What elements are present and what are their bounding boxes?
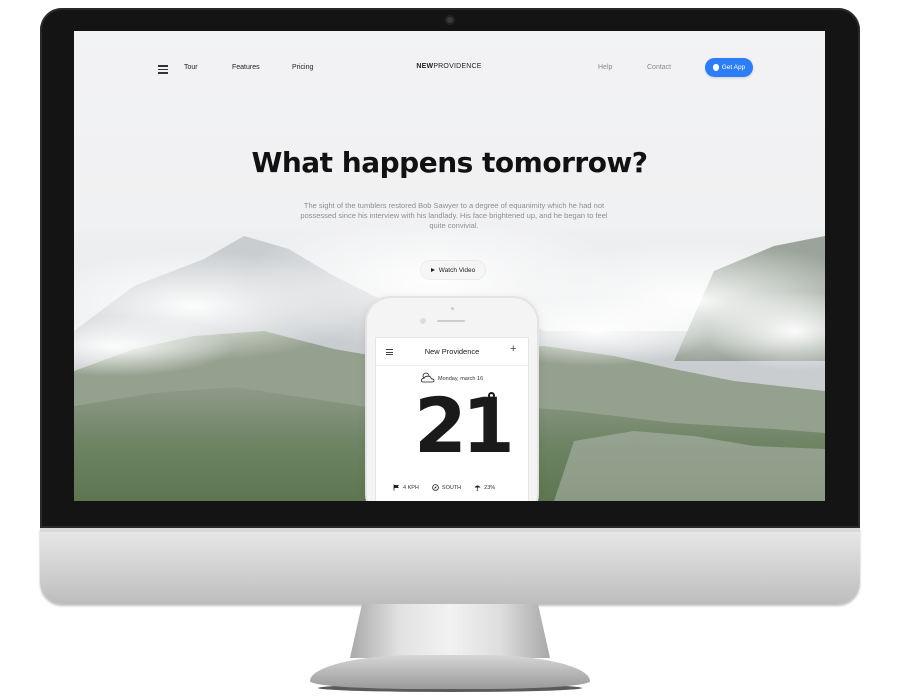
hamburger-menu-icon[interactable]: [158, 65, 168, 74]
phone-mockup: New Providence + Monday, march 16 21 4 K…: [367, 298, 537, 501]
weather-app-screen: New Providence + Monday, march 16 21 4 K…: [376, 338, 528, 501]
monitor-stand-neck: [350, 604, 550, 658]
apple-icon: [712, 64, 719, 71]
app-header-divider: [376, 365, 528, 366]
wind-speed-value: 4 KPH: [403, 484, 419, 491]
phone-camera: [420, 318, 426, 324]
wind-speed-stat: 4 KPH: [393, 484, 419, 491]
get-app-label: Get App: [721, 64, 746, 71]
degree-symbol: [488, 392, 495, 399]
rain-chance-stat: 23%: [474, 484, 495, 491]
phone-sensor: [451, 307, 454, 310]
website-screen: Tour Features Pricing NEWPROVIDENCE Help…: [74, 31, 825, 501]
wind-direction-value: SOUTH: [441, 484, 462, 491]
site-logo[interactable]: NEWPROVIDENCE: [409, 63, 489, 70]
nav-link-help[interactable]: Help: [598, 64, 612, 71]
logo-light-text: PROVIDENCE: [433, 63, 482, 70]
watch-video-button[interactable]: Watch Video: [421, 261, 485, 279]
umbrella-icon: [474, 485, 481, 491]
app-location-title: New Providence: [424, 347, 480, 356]
hero-description: The sight of the tumblers restored Bob S…: [300, 201, 608, 230]
weather-stats: 4 KPH SOUTH 23%: [393, 484, 523, 491]
monitor-camera: [445, 15, 455, 25]
compass-icon: [432, 484, 439, 491]
nav-link-tour[interactable]: Tour: [184, 64, 198, 71]
get-app-button[interactable]: Get App: [705, 58, 753, 77]
nav-link-contact[interactable]: Contact: [647, 64, 671, 71]
monitor-stand-base: [310, 655, 590, 689]
phone-speaker: [437, 320, 465, 322]
nav-link-features[interactable]: Features: [232, 64, 260, 71]
nav-link-pricing[interactable]: Pricing: [292, 64, 313, 71]
play-icon: [430, 268, 435, 272]
logo-bold-text: NEW: [416, 63, 434, 70]
monitor-chin-edge: [40, 528, 860, 532]
wind-direction-stat: SOUTH: [432, 484, 461, 491]
wind-flag-icon: [393, 484, 399, 491]
watch-video-label: Watch Video: [438, 266, 476, 274]
add-location-icon[interactable]: +: [510, 343, 516, 355]
hero-title: What happens tomorrow?: [251, 146, 648, 179]
monitor-chin: [40, 528, 860, 604]
temperature-value: 21: [414, 381, 515, 470]
rain-chance-value: 23%: [484, 484, 496, 491]
